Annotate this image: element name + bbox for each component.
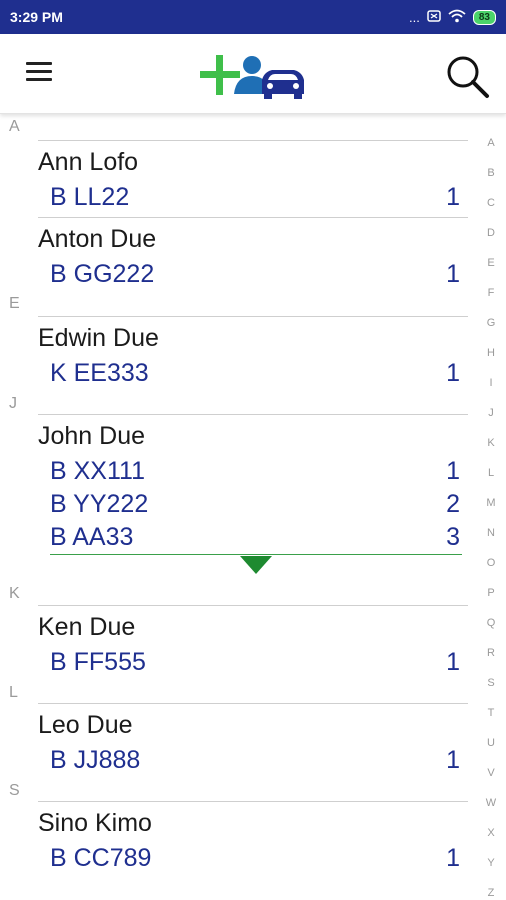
alpha-index-letter[interactable]: X xyxy=(487,818,494,848)
contact-name: Leo Due xyxy=(38,711,133,739)
plate-row[interactable]: B AA33 3 xyxy=(38,521,468,554)
contact-ann-lofo[interactable]: Ann Lofo B LL22 1 xyxy=(38,140,468,214)
plate-row[interactable]: B JJ888 1 xyxy=(38,744,468,777)
alpha-index-letter[interactable]: T xyxy=(488,698,495,728)
notification-dots: ... xyxy=(409,9,420,25)
plate-row[interactable]: B YY222 2 xyxy=(38,488,468,521)
divider xyxy=(38,703,468,704)
plate-number: B LL22 xyxy=(50,183,130,211)
alpha-index-letter[interactable]: H xyxy=(487,338,495,368)
section-letter-a: A xyxy=(9,118,20,135)
alpha-index-letter[interactable]: R xyxy=(487,638,495,668)
alpha-index-letter[interactable]: I xyxy=(489,368,492,398)
divider xyxy=(38,605,468,606)
alpha-index-letter[interactable]: E xyxy=(487,248,494,278)
section-letter-k: K xyxy=(9,585,20,602)
alpha-index-letter[interactable]: A xyxy=(487,128,494,158)
alpha-index-letter[interactable]: Y xyxy=(487,848,494,878)
contact-name: Ken Due xyxy=(38,613,136,641)
alpha-index-letter[interactable]: K xyxy=(487,428,494,458)
expanded-divider xyxy=(50,554,462,555)
alpha-index-letter[interactable]: Z xyxy=(488,878,495,900)
contact-name: Ann Lofo xyxy=(38,148,139,176)
plate-number: B GG222 xyxy=(50,260,155,288)
plate-row[interactable]: B CC789 1 xyxy=(38,842,468,875)
alpha-index-letter[interactable]: D xyxy=(487,218,495,248)
alpha-index-letter[interactable]: U xyxy=(487,728,495,758)
alphabet-index[interactable]: A B C D E F G H I J K L M N O P Q R S T … xyxy=(480,128,502,900)
battery-icon: 83 xyxy=(472,9,496,25)
contact-name: John Due xyxy=(38,422,146,450)
plate-number: B FF555 xyxy=(50,648,146,676)
plate-number: B AA33 xyxy=(50,523,134,551)
plate-number: B JJ888 xyxy=(50,746,141,774)
plate-row[interactable]: B GG222 1 xyxy=(38,258,468,291)
alpha-index-letter[interactable]: W xyxy=(486,788,496,818)
plate-count: 3 xyxy=(446,523,460,551)
plate-number: K EE333 xyxy=(50,359,149,387)
section-letter-j: J xyxy=(9,395,17,412)
section-letter-e: E xyxy=(9,295,20,312)
contact-ken-due[interactable]: Ken Due B FF555 1 xyxy=(38,605,468,679)
alpha-index-letter[interactable]: P xyxy=(487,578,494,608)
contact-name: Sino Kimo xyxy=(38,809,152,837)
section-letter-l: L xyxy=(9,684,18,701)
divider xyxy=(38,801,468,802)
add-contact-car-logo xyxy=(198,46,310,106)
alpha-index-letter[interactable]: S xyxy=(487,668,494,698)
contact-sino-kimo[interactable]: Sino Kimo B CC789 1 xyxy=(38,801,468,875)
plate-number: B CC789 xyxy=(50,844,152,872)
contact-edwin-due[interactable]: Edwin Due K EE333 1 xyxy=(38,316,468,390)
plate-number: B XX111 xyxy=(50,457,145,485)
plate-count: 1 xyxy=(446,746,460,774)
alpha-index-letter[interactable]: N xyxy=(487,518,495,548)
alpha-index-letter[interactable]: B xyxy=(487,158,494,188)
sim-icon xyxy=(427,9,441,25)
status-icons: ... 83 xyxy=(409,9,496,26)
contact-name: Edwin Due xyxy=(38,324,159,352)
hamburger-menu-icon[interactable] xyxy=(22,58,56,90)
plate-count: 1 xyxy=(446,183,460,211)
alpha-index-letter[interactable]: L xyxy=(488,458,494,488)
app-bar xyxy=(0,34,506,114)
status-time: 3:29 PM xyxy=(10,9,63,25)
alpha-index-letter[interactable]: C xyxy=(487,188,495,218)
divider xyxy=(38,140,468,141)
plate-row[interactable]: B LL22 1 xyxy=(38,181,468,214)
collapse-arrow-icon[interactable] xyxy=(240,556,272,574)
section-letter-s: S xyxy=(9,782,20,799)
alpha-index-letter[interactable]: Q xyxy=(487,608,496,638)
plate-count: 1 xyxy=(446,359,460,387)
contact-john-due[interactable]: John Due B XX111 1 B YY222 2 B AA33 3 xyxy=(38,414,468,554)
search-icon[interactable] xyxy=(443,52,491,100)
alpha-index-letter[interactable]: O xyxy=(487,548,496,578)
divider xyxy=(38,316,468,317)
alpha-index-letter[interactable]: M xyxy=(486,488,495,518)
divider xyxy=(38,217,468,218)
status-bar: 3:29 PM ... 83 xyxy=(0,0,506,34)
plate-count: 1 xyxy=(446,457,460,485)
alpha-index-letter[interactable]: F xyxy=(488,278,495,308)
wifi-icon xyxy=(448,9,466,26)
plate-row[interactable]: B XX111 1 xyxy=(38,455,468,488)
alpha-index-letter[interactable]: V xyxy=(487,758,494,788)
plate-row[interactable]: B FF555 1 xyxy=(38,646,468,679)
contact-anton-due[interactable]: Anton Due B GG222 1 xyxy=(38,217,468,291)
contact-leo-due[interactable]: Leo Due B JJ888 1 xyxy=(38,703,468,777)
plate-count: 1 xyxy=(446,844,460,872)
divider xyxy=(38,414,468,415)
plate-count: 1 xyxy=(446,260,460,288)
alpha-index-letter[interactable]: J xyxy=(488,398,494,428)
plate-count: 2 xyxy=(446,490,460,518)
plate-row[interactable]: K EE333 1 xyxy=(38,357,468,390)
plate-number: B YY222 xyxy=(50,490,149,518)
contact-name: Anton Due xyxy=(38,225,157,253)
plate-count: 1 xyxy=(446,648,460,676)
alpha-index-letter[interactable]: G xyxy=(487,308,496,338)
